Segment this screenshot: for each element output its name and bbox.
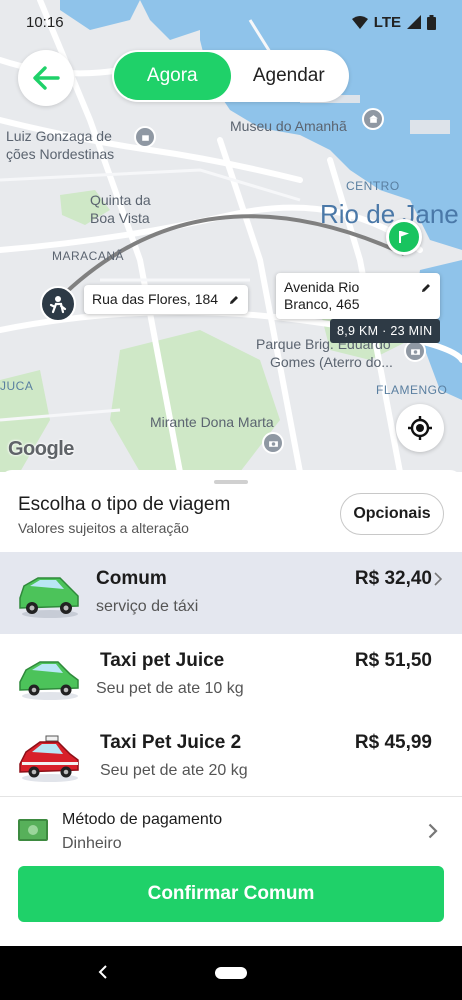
destination-flag-icon[interactable]: [386, 219, 422, 255]
ride-price: R$ 51,50: [354, 650, 432, 671]
ride-description: serviço de táxi: [96, 598, 199, 615]
chevron-right-icon: [428, 823, 438, 839]
origin-address-text: Rua das Flores, 184: [92, 291, 219, 307]
my-location-button[interactable]: [396, 404, 444, 452]
crosshair-icon: [408, 416, 432, 440]
sheet-subtitle: Valores sujeitos a alteração: [18, 520, 189, 536]
origin-address-tag[interactable]: Rua das Flores, 184: [84, 285, 249, 314]
toggle-now[interactable]: Agora: [114, 52, 231, 100]
green-car-icon: [19, 661, 79, 700]
eta-badge: 8,9 KM · 23 MIN: [330, 319, 440, 343]
map-label-boa-vista: Boa Vista: [90, 210, 150, 226]
signal-icon: [407, 15, 421, 29]
ride-name: Taxi Pet Juice 2: [100, 732, 242, 753]
map-label-rio: Rio de Jane: [320, 199, 459, 229]
ride-price: R$ 32,40: [354, 568, 432, 589]
payment-method-row[interactable]: Método de pagamento Dinheiro: [0, 796, 462, 860]
red-taxi-icon: [19, 735, 79, 782]
sheet-title: Escolha o tipo de viagem: [18, 494, 231, 515]
ride-option-taxi-pet-juice-2[interactable]: Taxi Pet Juice 2 Seu pet de ate 20 kg R$…: [0, 716, 462, 798]
map-label-luiz-gonzaga: Luiz Gonzaga de: [6, 128, 112, 144]
drag-handle[interactable]: [214, 480, 248, 484]
camera-icon[interactable]: [262, 432, 284, 454]
green-car-icon: [19, 577, 79, 618]
destination-address-text: Avenida Rio Branco, 465: [284, 279, 360, 312]
nav-back-icon[interactable]: [98, 964, 108, 980]
ride-description: Seu pet de ate 10 kg: [96, 680, 244, 697]
ride-option-comum[interactable]: Comum serviço de táxi R$ 32,40: [0, 552, 462, 634]
network-type: LTE: [373, 13, 401, 31]
ride-selection-sheet: Escolha o tipo de viagem Valores sujeito…: [0, 470, 462, 946]
ride-time-toggle[interactable]: Agora Agendar: [112, 50, 349, 102]
map-label-centro: CENTRO: [346, 179, 400, 193]
poi-icon[interactable]: [134, 126, 156, 148]
map-label-flamengo: FLAMENGO: [376, 383, 448, 397]
ride-price: R$ 45,99: [354, 732, 432, 753]
back-button[interactable]: [18, 50, 74, 106]
map-label-maracana: MARACANÃ: [52, 249, 125, 263]
status-time: 10:16: [26, 13, 64, 31]
google-attribution: Google: [8, 438, 74, 460]
map-label-mirante: Mirante Dona Marta: [150, 414, 274, 430]
destination-address-tag[interactable]: Avenida Rio Branco, 465: [276, 273, 440, 319]
museum-icon[interactable]: [362, 108, 384, 130]
map-label-gomes: Gomes (Aterro do...: [270, 354, 393, 370]
nav-home-pill[interactable]: [215, 967, 247, 979]
edit-pencil-icon: [230, 296, 239, 304]
arrow-left-icon: [33, 66, 60, 90]
options-button[interactable]: Opcionais: [340, 493, 444, 535]
map-label-quinta: Quinta da: [90, 192, 151, 208]
status-bar: 10:16 LTE: [0, 0, 462, 44]
wifi-icon: [351, 16, 368, 29]
ride-name: Taxi pet Juice: [100, 650, 225, 671]
camera-icon[interactable]: [404, 340, 426, 362]
payment-value: Dinheiro: [62, 835, 122, 852]
chevron-right-icon: [434, 572, 442, 586]
battery-icon: [427, 14, 436, 30]
toggle-schedule[interactable]: Agendar: [231, 52, 348, 100]
map-label-juca: JUCA: [0, 379, 34, 393]
ride-option-taxi-pet-juice[interactable]: Taxi pet Juice Seu pet de ate 10 kg R$ 5…: [0, 634, 462, 716]
edit-pencil-icon: [422, 284, 430, 292]
cash-icon: [18, 819, 48, 841]
ride-description: Seu pet de ate 20 kg: [100, 762, 248, 779]
ride-name: Comum: [96, 568, 167, 589]
map-label-museu: Museu do Amanhã: [230, 118, 347, 134]
origin-marker-icon[interactable]: [40, 286, 76, 322]
confirm-ride-button[interactable]: Confirmar Comum: [18, 866, 444, 922]
payment-label: Método de pagamento: [62, 811, 223, 828]
map-label-nordestinas: ções Nordestinas: [6, 146, 115, 162]
system-nav-bar: [0, 946, 462, 1000]
